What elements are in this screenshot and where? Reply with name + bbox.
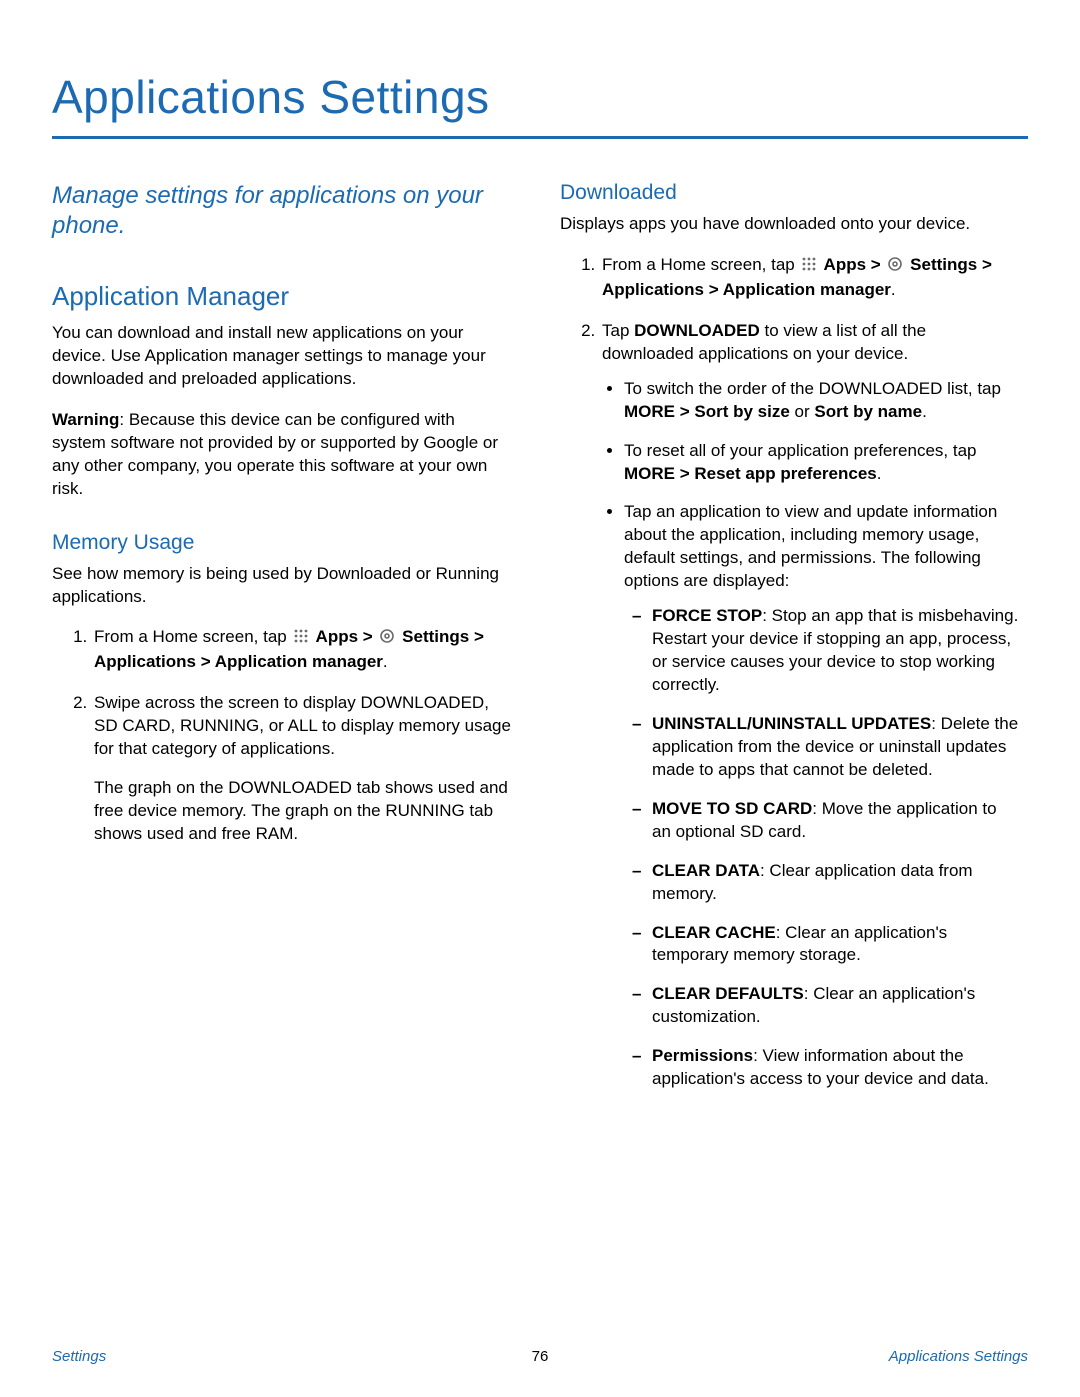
memory-usage-desc: See how memory is being used by Download… xyxy=(52,563,512,609)
b1c: or xyxy=(790,402,815,421)
apps-grid-icon xyxy=(293,628,309,651)
footer-right: Applications Settings xyxy=(889,1348,1028,1365)
d7a: Permissions xyxy=(652,1046,753,1065)
warning-text: : Because this device can be configured … xyxy=(52,410,498,498)
step2-text: Swipe across the screen to display DOWNL… xyxy=(94,693,511,758)
b1d: Sort by name xyxy=(814,402,922,421)
downloaded-steps: From a Home screen, tap Apps > Settings … xyxy=(560,254,1020,1091)
warning-label: Warning xyxy=(52,410,119,429)
d2a: UNINSTALL/UNINSTALL UPDATES xyxy=(652,714,931,733)
b1b: MORE > Sort by size xyxy=(624,402,790,421)
app-manager-description: You can download and install new applica… xyxy=(52,322,512,391)
step2-a: Tap xyxy=(602,321,634,340)
step2-b: DOWNLOADED xyxy=(634,321,760,340)
left-column: Manage settings for applications on your… xyxy=(52,181,512,1109)
opt-clear-cache: CLEAR CACHE: Clear an application's temp… xyxy=(652,922,1020,968)
memory-usage-steps: From a Home screen, tap Apps > Settings … xyxy=(52,626,512,846)
d4a: CLEAR DATA xyxy=(652,861,760,880)
b2c: . xyxy=(877,464,882,483)
d5a: CLEAR CACHE xyxy=(652,923,776,942)
apps-label: Apps > xyxy=(311,627,377,646)
heading-downloaded: Downloaded xyxy=(560,181,1020,205)
apps-grid-icon xyxy=(801,256,817,279)
b3: Tap an application to view and update in… xyxy=(624,502,997,590)
apps-label: Apps > xyxy=(819,255,885,274)
b1a: To switch the order of the DOWNLOADED li… xyxy=(624,379,1001,398)
opt-clear-data: CLEAR DATA: Clear application data from … xyxy=(652,860,1020,906)
step-1: From a Home screen, tap Apps > Settings … xyxy=(600,254,1020,302)
step1-prefix: From a Home screen, tap xyxy=(94,627,291,646)
intro-text: Manage settings for applications on your… xyxy=(52,181,512,241)
footer-left: Settings xyxy=(52,1348,106,1365)
b1e: . xyxy=(922,402,927,421)
footer-page-number: 76 xyxy=(532,1348,549,1365)
bullet-sort: To switch the order of the DOWNLOADED li… xyxy=(624,378,1020,424)
step-1: From a Home screen, tap Apps > Settings … xyxy=(92,626,512,674)
opt-uninstall: UNINSTALL/UNINSTALL UPDATES: Delete the … xyxy=(652,713,1020,782)
app-options-list: FORCE STOP: Stop an app that is misbehav… xyxy=(624,605,1020,1091)
step-2: Tap DOWNLOADED to view a list of all the… xyxy=(600,320,1020,1091)
b2a: To reset all of your application prefere… xyxy=(624,441,976,460)
page-title: Applications Settings xyxy=(52,70,1028,124)
right-column: Downloaded Displays apps you have downlo… xyxy=(560,181,1020,1109)
bullet-reset: To reset all of your application prefere… xyxy=(624,440,1020,486)
page-footer: Settings 76 Applications Settings xyxy=(52,1348,1028,1365)
step1-end: . xyxy=(383,652,388,671)
downloaded-bullets: To switch the order of the DOWNLOADED li… xyxy=(602,378,1020,1091)
d6a: CLEAR DEFAULTS xyxy=(652,984,804,1003)
opt-permissions: Permissions: View information about the … xyxy=(652,1045,1020,1091)
step1-end: . xyxy=(891,280,896,299)
opt-move-sd: MOVE TO SD CARD: Move the application to… xyxy=(652,798,1020,844)
step1-prefix: From a Home screen, tap xyxy=(602,255,799,274)
settings-gear-icon xyxy=(379,628,395,651)
opt-clear-defaults: CLEAR DEFAULTS: Clear an application's c… xyxy=(652,983,1020,1029)
settings-gear-icon xyxy=(887,256,903,279)
title-rule xyxy=(52,136,1028,139)
opt-force-stop: FORCE STOP: Stop an app that is misbehav… xyxy=(652,605,1020,697)
bullet-tap-app: Tap an application to view and update in… xyxy=(624,501,1020,1091)
page: Applications Settings Manage settings fo… xyxy=(0,0,1080,1397)
downloaded-desc: Displays apps you have downloaded onto y… xyxy=(560,213,1020,236)
step-2: Swipe across the screen to display DOWNL… xyxy=(92,692,512,846)
step2-detail: The graph on the DOWNLOADED tab shows us… xyxy=(94,777,512,846)
d1a: FORCE STOP xyxy=(652,606,762,625)
heading-memory-usage: Memory Usage xyxy=(52,531,512,555)
d3a: MOVE TO SD CARD xyxy=(652,799,812,818)
content-columns: Manage settings for applications on your… xyxy=(52,181,1028,1109)
b2b: MORE > Reset app preferences xyxy=(624,464,877,483)
heading-application-manager: Application Manager xyxy=(52,281,512,312)
warning-paragraph: Warning: Because this device can be conf… xyxy=(52,409,512,501)
